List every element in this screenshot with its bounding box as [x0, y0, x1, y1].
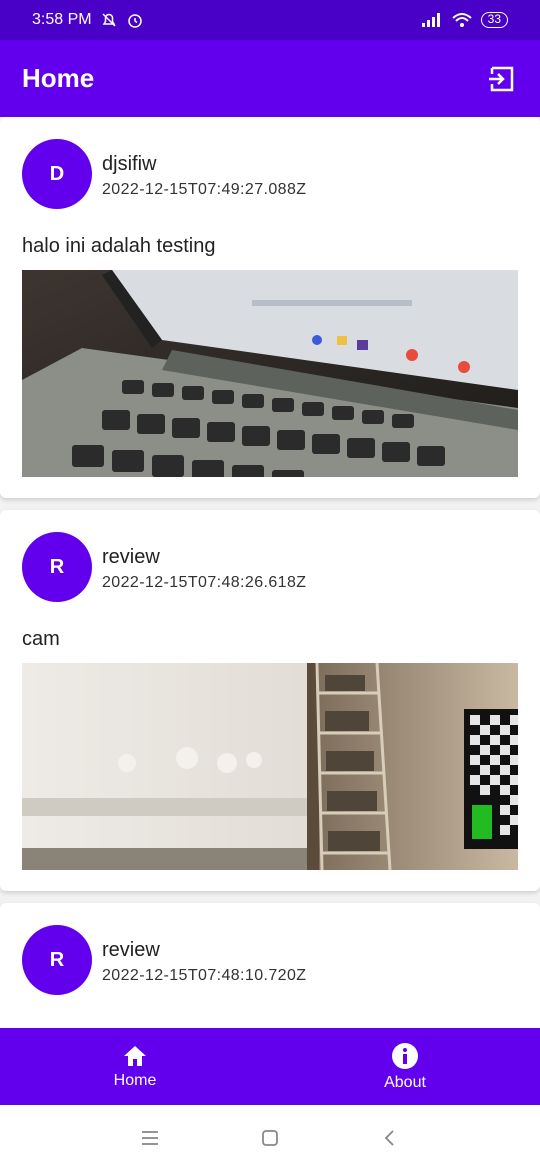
post-feed[interactable]: D djsifiw 2022-12-15T07:49:27.088Z halo …	[0, 117, 540, 1028]
nav-label-home: Home	[113, 1071, 157, 1089]
mute-icon	[102, 13, 116, 27]
status-bar: 3:58 PM 33	[0, 0, 540, 40]
menu-icon[interactable]	[140, 1130, 160, 1146]
signal-icon	[421, 13, 440, 27]
logout-button[interactable]	[486, 63, 518, 95]
system-navigation-bar	[0, 1105, 540, 1170]
status-time: 3:58 PM	[32, 11, 92, 28]
logout-icon	[489, 66, 514, 91]
room-photo-icon	[22, 663, 518, 870]
page-title: Home	[22, 63, 95, 93]
home-icon	[124, 1045, 146, 1066]
post-text: halo ini adalah testing	[22, 235, 216, 257]
post-card[interactable]: R review 2022-12-15T07:48:26.618Z cam	[0, 510, 540, 891]
nav-item-about[interactable]: About	[270, 1028, 540, 1105]
home-square-icon[interactable]	[260, 1128, 280, 1148]
wifi-icon	[451, 13, 472, 27]
bottom-navigation: Home About	[0, 1028, 540, 1105]
post-username: review	[102, 939, 160, 961]
post-timestamp: 2022-12-15T07:49:27.088Z	[102, 181, 307, 198]
nav-label-about: About	[384, 1073, 426, 1091]
post-text: cam	[22, 628, 60, 650]
avatar: R	[22, 532, 92, 602]
app-bar: Home	[0, 40, 540, 117]
avatar: D	[22, 139, 92, 209]
post-timestamp: 2022-12-15T07:48:26.618Z	[102, 574, 307, 591]
post-card[interactable]: R review 2022-12-15T07:48:10.720Z	[0, 903, 540, 1028]
alarm-icon	[127, 14, 142, 28]
back-icon[interactable]	[380, 1128, 400, 1148]
post-card[interactable]: D djsifiw 2022-12-15T07:49:27.088Z halo …	[0, 117, 540, 498]
info-icon	[392, 1042, 418, 1069]
avatar: R	[22, 925, 92, 995]
laptop-photo-icon	[22, 270, 518, 477]
post-username: review	[102, 546, 160, 568]
post-timestamp: 2022-12-15T07:48:10.720Z	[102, 967, 307, 984]
post-image[interactable]	[22, 663, 518, 870]
nav-item-home[interactable]: Home	[0, 1028, 270, 1105]
post-username: djsifiw	[102, 153, 157, 175]
post-image[interactable]	[22, 270, 518, 477]
battery-indicator: 33	[480, 12, 508, 28]
